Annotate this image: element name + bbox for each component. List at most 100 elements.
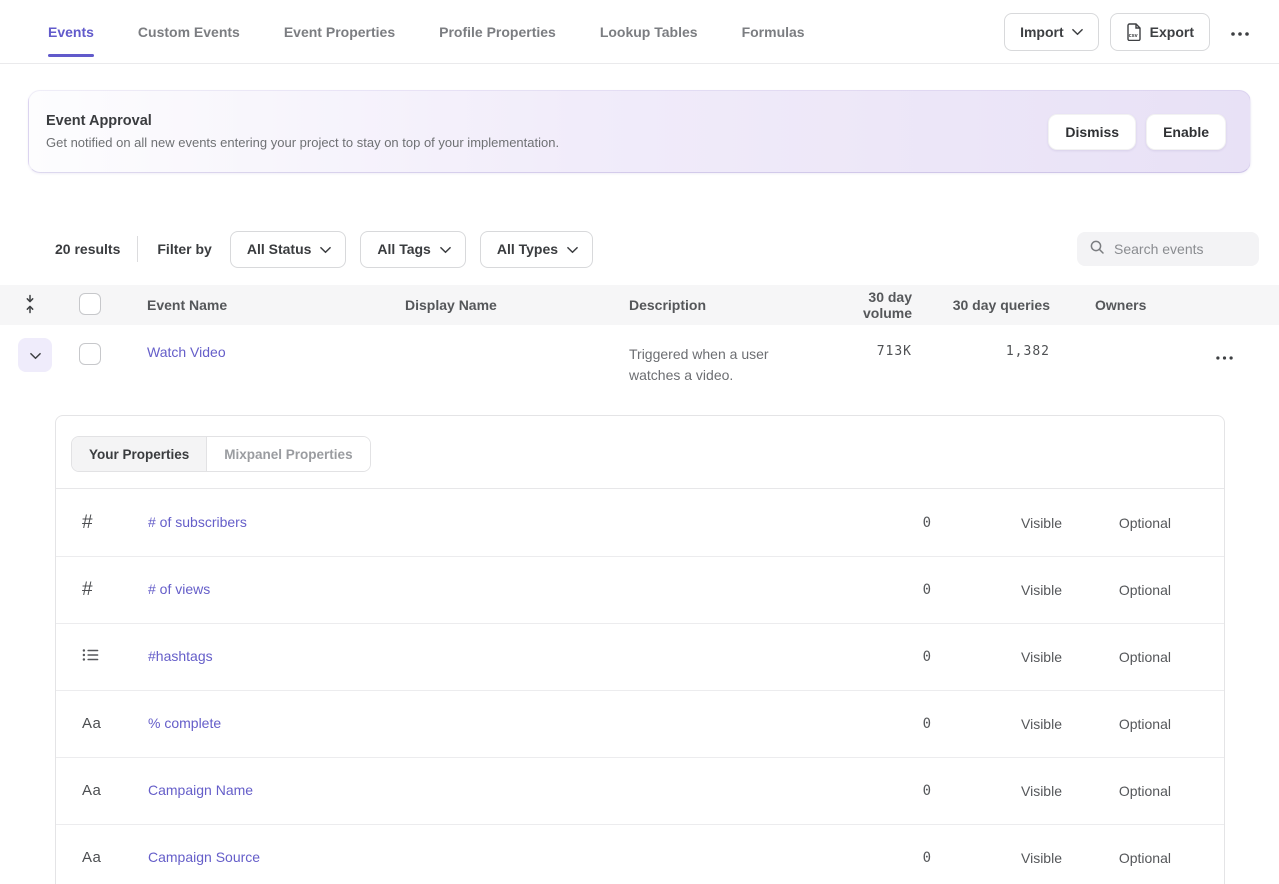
table-header: Event Name Display Name Description 30 d… bbox=[0, 285, 1279, 325]
property-name-link[interactable]: # of views bbox=[148, 581, 210, 597]
property-name-link[interactable]: #hashtags bbox=[148, 648, 213, 664]
ellipsis-icon bbox=[1231, 24, 1249, 39]
property-visibility: Visible bbox=[932, 649, 1062, 665]
panel-tabs: Your Properties Mixpanel Properties bbox=[71, 436, 371, 472]
text-type-icon: Aa bbox=[82, 849, 101, 866]
col-description: Description bbox=[629, 297, 817, 313]
more-options-button[interactable] bbox=[1225, 18, 1255, 45]
chevron-down-icon bbox=[30, 348, 41, 363]
text-type-icon: Aa bbox=[82, 782, 101, 799]
nav-tab-label: Event Properties bbox=[284, 24, 395, 40]
event-volume: 713K bbox=[817, 338, 912, 359]
property-requirement: Optional bbox=[1062, 582, 1171, 598]
property-row: # Aa # of subscribers 0 Visible Optional bbox=[56, 489, 1224, 556]
col-volume: 30 day volume bbox=[817, 289, 912, 321]
select-all-cell bbox=[60, 293, 147, 318]
property-type-cell: # Aa bbox=[56, 579, 148, 601]
property-list: # Aa # of subscribers 0 Visible Optional… bbox=[56, 489, 1224, 884]
event-row: Watch Video Triggered when a user watche… bbox=[0, 325, 1279, 400]
event-approval-banner: Event Approval Get notified on all new e… bbox=[28, 90, 1251, 173]
event-queries: 1,382 bbox=[912, 338, 1050, 359]
nav-tab-label: Custom Events bbox=[138, 24, 240, 40]
properties-tab[interactable]: Mixpanel Properties bbox=[206, 437, 369, 471]
property-requirement: Optional bbox=[1062, 515, 1171, 531]
export-button-label: Export bbox=[1150, 24, 1194, 40]
property-name-link[interactable]: # of subscribers bbox=[148, 514, 247, 530]
number-type-icon: # bbox=[82, 512, 93, 534]
dismiss-button[interactable]: Dismiss bbox=[1048, 114, 1136, 150]
col-queries: 30 day queries bbox=[912, 297, 1050, 313]
property-name-cell: # of subscribers bbox=[148, 514, 802, 532]
list-type-icon bbox=[82, 648, 99, 662]
property-requirement: Optional bbox=[1062, 649, 1171, 665]
collapse-row-button[interactable] bbox=[18, 338, 52, 372]
property-row: # Aa Campaign Source 0 Visible Optional bbox=[56, 824, 1224, 884]
export-button[interactable]: csv Export bbox=[1110, 13, 1210, 51]
property-name-cell: # of views bbox=[148, 581, 802, 599]
property-name-cell: Campaign Name bbox=[148, 782, 802, 800]
col-owners: Owners bbox=[1050, 297, 1195, 313]
filter-dropdowns: All Status All Tags All Types bbox=[230, 231, 593, 268]
property-count: 0 bbox=[802, 649, 932, 665]
property-count: 0 bbox=[802, 850, 932, 866]
col-event-name: Event Name bbox=[147, 297, 405, 313]
search-icon bbox=[1089, 239, 1105, 260]
import-button[interactable]: Import bbox=[1004, 13, 1099, 51]
nav-tab[interactable]: Profile Properties bbox=[439, 0, 556, 63]
enable-button[interactable]: Enable bbox=[1146, 114, 1226, 150]
divider bbox=[137, 236, 138, 262]
nav-tab[interactable]: Events bbox=[48, 0, 94, 63]
row-more-button[interactable] bbox=[1214, 346, 1235, 365]
properties-tab[interactable]: Your Properties bbox=[72, 437, 206, 471]
chevron-down-icon bbox=[320, 241, 331, 257]
nav-tab[interactable]: Custom Events bbox=[138, 0, 240, 63]
property-name-cell: Campaign Source bbox=[148, 849, 802, 867]
search-input[interactable] bbox=[1114, 241, 1249, 257]
property-visibility: Visible bbox=[932, 716, 1062, 732]
ellipsis-icon bbox=[1216, 348, 1233, 363]
property-name-cell: #hashtags bbox=[148, 648, 802, 666]
property-visibility: Visible bbox=[932, 582, 1062, 598]
banner-text: Event Approval Get notified on all new e… bbox=[46, 113, 559, 150]
property-visibility: Visible bbox=[932, 850, 1062, 866]
import-button-label: Import bbox=[1020, 24, 1064, 40]
filter-dropdown[interactable]: All Types bbox=[480, 231, 593, 268]
col-display-name: Display Name bbox=[405, 297, 629, 313]
property-type-cell: # Aa bbox=[56, 715, 148, 733]
chevron-down-icon bbox=[440, 241, 451, 257]
banner-actions: Dismiss Enable bbox=[1048, 114, 1226, 150]
event-description: Triggered when a user watches a video. bbox=[629, 338, 817, 386]
collapse-all-cell[interactable] bbox=[0, 294, 60, 317]
nav-tab[interactable]: Event Properties bbox=[284, 0, 395, 63]
search-box[interactable] bbox=[1077, 232, 1259, 266]
property-row: # Aa #hashtags 0 Visible Optional bbox=[56, 623, 1224, 690]
nav-tab-label: Lookup Tables bbox=[600, 24, 698, 40]
nav-tab[interactable]: Formulas bbox=[742, 0, 805, 63]
property-name-link[interactable]: % complete bbox=[148, 715, 221, 731]
panel-tabs-wrap: Your Properties Mixpanel Properties bbox=[56, 416, 1224, 489]
number-type-icon: # bbox=[82, 579, 93, 601]
property-requirement: Optional bbox=[1062, 850, 1171, 866]
property-row: # Aa # of views 0 Visible Optional bbox=[56, 556, 1224, 623]
nav-tabs: Events Custom Events Event Properties Pr… bbox=[48, 0, 805, 63]
row-checkbox-cell bbox=[60, 338, 147, 370]
expanded-properties-panel: Your Properties Mixpanel Properties # Aa… bbox=[55, 415, 1225, 884]
filter-dropdown[interactable]: All Status bbox=[230, 231, 347, 268]
property-row: # Aa Campaign Name 0 Visible Optional bbox=[56, 757, 1224, 824]
event-name-link[interactable]: Watch Video bbox=[147, 344, 226, 360]
property-visibility: Visible bbox=[932, 783, 1062, 799]
filter-dropdown[interactable]: All Tags bbox=[360, 231, 465, 268]
property-name-link[interactable]: Campaign Name bbox=[148, 782, 253, 798]
nav-tab-label: Events bbox=[48, 24, 94, 40]
property-type-cell: # Aa bbox=[56, 648, 148, 667]
property-type-cell: # Aa bbox=[56, 782, 148, 800]
select-all-checkbox[interactable] bbox=[79, 293, 101, 315]
row-checkbox[interactable] bbox=[79, 343, 101, 365]
property-name-link[interactable]: Campaign Source bbox=[148, 849, 260, 865]
properties-tab-label: Mixpanel Properties bbox=[224, 447, 352, 462]
filter-dropdown-label: All Types bbox=[497, 241, 558, 257]
property-requirement: Optional bbox=[1062, 783, 1171, 799]
property-count: 0 bbox=[802, 582, 932, 598]
filter-bar: 20 results Filter by All Status All Tags… bbox=[55, 230, 1259, 268]
nav-tab[interactable]: Lookup Tables bbox=[600, 0, 698, 63]
